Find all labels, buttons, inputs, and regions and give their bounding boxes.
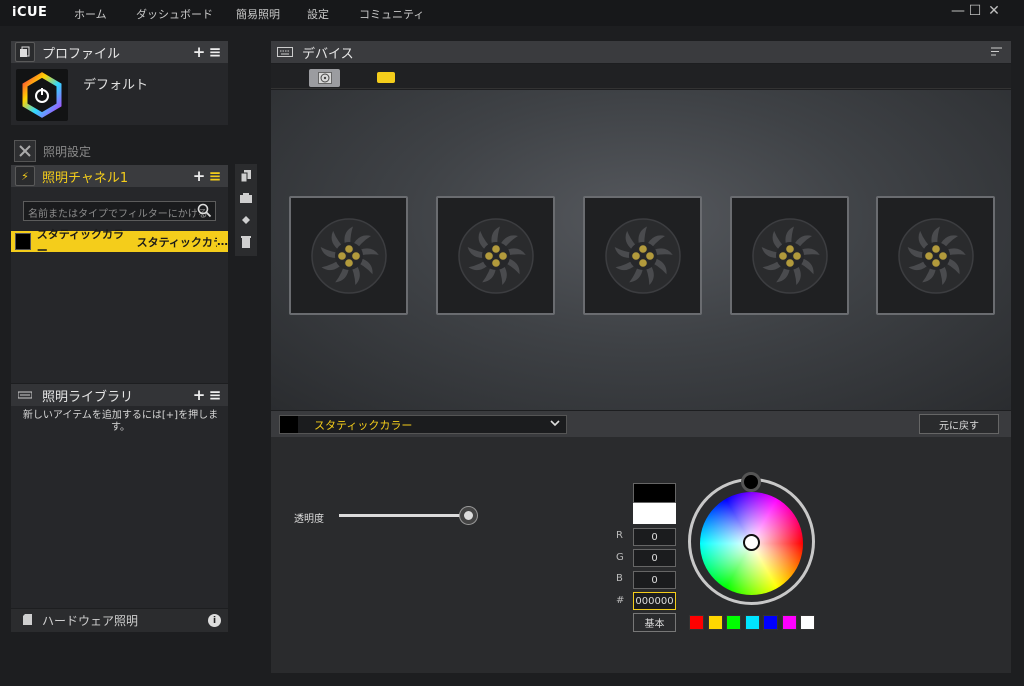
lighting-library-header: 照明ライブラリ + ≡ xyxy=(11,384,228,406)
fan-tile[interactable] xyxy=(289,196,408,315)
preset-color-swatch[interactable] xyxy=(726,615,741,630)
preset-color-swatch[interactable] xyxy=(781,615,797,630)
delete-icon[interactable] xyxy=(235,232,257,252)
profiles-title: プロファイル xyxy=(42,46,121,62)
opacity-slider-handle[interactable] xyxy=(460,507,477,524)
profiles-header: プロファイル + ≡ xyxy=(11,41,228,63)
previous-color-swatch[interactable] xyxy=(633,503,676,524)
devices-header: デバイス xyxy=(271,41,1011,63)
hardware-lighting-label: ハードウェア照明 xyxy=(42,614,139,628)
green-label: G xyxy=(616,552,624,563)
minimize-button[interactable]: — xyxy=(950,3,966,19)
current-color-swatch xyxy=(633,483,676,503)
brightness-handle[interactable] xyxy=(741,472,761,492)
layer-color-swatch xyxy=(15,233,31,250)
lighting-setup-title: 照明設定 xyxy=(43,144,92,159)
blue-field[interactable]: 0 xyxy=(633,571,676,589)
fan-icon xyxy=(310,217,387,294)
opacity-slider[interactable] xyxy=(339,514,467,517)
add-library-button[interactable]: + xyxy=(192,386,206,404)
lighting-library-title: 照明ライブラリ xyxy=(42,389,134,405)
preset-color-swatch[interactable] xyxy=(800,615,815,630)
lighting-channel-header: ⚡ 照明チャネル1 + ≡ xyxy=(11,165,228,187)
library-list xyxy=(11,406,228,608)
lightning-icon: ⚡ xyxy=(15,166,35,186)
list-item[interactable]: スタティックカラー スタティックカラー … xyxy=(11,228,228,257)
preset-color-swatch[interactable] xyxy=(707,615,723,630)
hex-field[interactable]: 000000 xyxy=(633,592,676,610)
fan-tile[interactable] xyxy=(583,196,702,315)
move-icon[interactable] xyxy=(235,210,257,230)
lighting-setup-section[interactable]: 照明設定 xyxy=(14,140,91,162)
devices-title: デバイス xyxy=(302,46,354,62)
app-brand: iCUE xyxy=(12,5,48,20)
tools-icon xyxy=(14,140,36,162)
layer-name: スタティックカラー xyxy=(136,235,217,249)
nav-settings[interactable]: 設定 xyxy=(307,6,329,22)
layer-type: スタティックカラー xyxy=(36,227,125,257)
document-icon xyxy=(23,613,32,628)
hardware-lighting-bar[interactable]: ハードウェア照明 xyxy=(11,609,228,632)
maximize-button[interactable]: ☐ xyxy=(967,3,983,19)
fan-tile[interactable] xyxy=(436,196,555,315)
effect-color-swatch xyxy=(280,416,298,433)
keyboard-icon xyxy=(275,42,295,62)
nav-dashboard[interactable]: ダッシュボード xyxy=(136,6,213,22)
hex-label: # xyxy=(616,595,625,606)
add-profile-button[interactable]: + xyxy=(192,43,206,61)
preset-color-swatch[interactable] xyxy=(689,615,704,630)
preset-color-swatch[interactable] xyxy=(744,615,760,630)
layer-tools xyxy=(235,164,257,256)
opacity-label: 透明度 xyxy=(294,514,324,525)
profiles-menu-button[interactable]: ≡ xyxy=(208,43,222,61)
search-icon[interactable] xyxy=(197,203,212,218)
preset-color-swatch[interactable] xyxy=(763,615,778,630)
devices-menu-icon[interactable] xyxy=(989,46,1003,59)
filter-input[interactable]: 名前またはタイプでフィルターにかける xyxy=(23,201,216,221)
info-icon[interactable]: i xyxy=(208,614,221,627)
fan-icon xyxy=(751,217,828,294)
lighting-channel-title: 照明チャネル1 xyxy=(42,170,129,186)
copy-icon[interactable] xyxy=(235,166,257,186)
revert-button[interactable]: 元に戻す xyxy=(919,414,999,434)
blue-label: B xyxy=(616,573,623,584)
device-tab-fan-controller[interactable] xyxy=(309,69,340,87)
green-field[interactable]: 0 xyxy=(633,549,676,567)
basic-button[interactable]: 基本 xyxy=(633,613,676,632)
profile-name[interactable]: デフォルト xyxy=(83,74,148,93)
red-label: R xyxy=(616,530,623,541)
add-layer-button[interactable]: + xyxy=(192,167,206,185)
layer-ellipsis: … xyxy=(217,235,228,248)
profile-logo-icon[interactable] xyxy=(16,69,68,121)
channel-menu-button[interactable]: ≡ xyxy=(208,167,222,185)
close-button[interactable]: ✕ xyxy=(986,3,1002,19)
nav-home[interactable]: ホーム xyxy=(74,6,107,22)
fan-icon xyxy=(897,217,974,294)
effect-select-value: スタティックカラー xyxy=(314,418,413,432)
fan-tile[interactable] xyxy=(876,196,995,315)
fan-icon xyxy=(604,217,681,294)
fan-tile[interactable] xyxy=(730,196,849,315)
red-field[interactable]: 0 xyxy=(633,528,676,546)
profile-copy-icon xyxy=(15,42,35,62)
paste-icon[interactable] xyxy=(235,188,257,208)
color-wheel-selector[interactable] xyxy=(743,534,760,551)
library-menu-button[interactable]: ≡ xyxy=(208,386,222,404)
fan-icon xyxy=(457,217,534,294)
nav-community[interactable]: コミュニティ xyxy=(359,6,424,22)
chevron-down-icon xyxy=(550,419,560,430)
effect-select[interactable]: スタティックカラー xyxy=(279,415,567,434)
device-tab-lighting-node[interactable] xyxy=(377,72,395,83)
nav-quick-lighting[interactable]: 簡易照明 xyxy=(236,6,280,22)
library-empty-message: 新しいアイテムを追加するには[+]を押します。 xyxy=(22,410,219,433)
library-icon xyxy=(15,385,35,405)
